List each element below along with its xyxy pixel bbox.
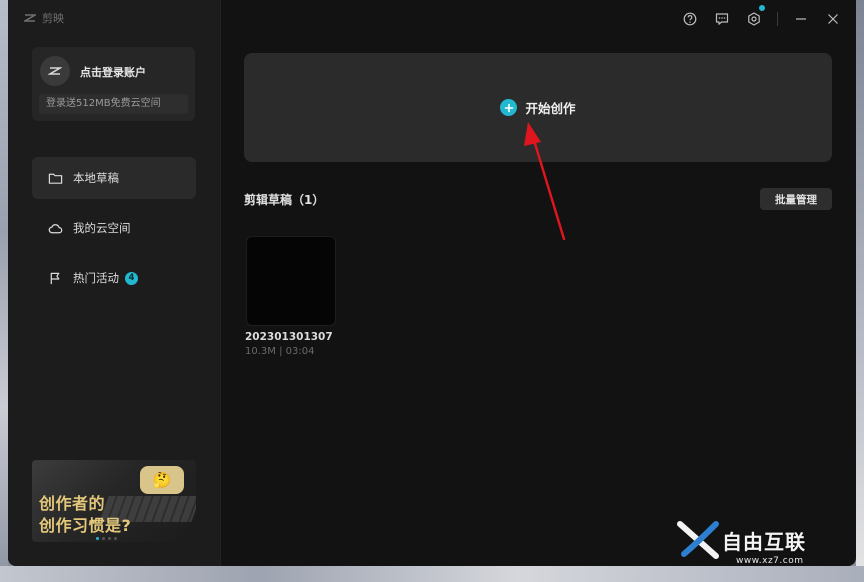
- app-window: 剪映 点击登录账户 登录送512MB免费云空间 本地草稿 我的云空间 热门活动 …: [8, 0, 856, 566]
- sidebar-item-local-drafts[interactable]: 本地草稿: [32, 157, 196, 199]
- batch-manage-button[interactable]: 批量管理: [760, 188, 832, 210]
- notification-badge: 4: [125, 271, 138, 285]
- sidebar-item-label: 热门活动: [73, 271, 119, 285]
- sidebar-item-label: 我的云空间: [73, 221, 131, 235]
- start-creating-button[interactable]: 开始创作: [244, 53, 832, 162]
- desktop-background-right: [856, 0, 864, 582]
- app-logo: 剪映: [24, 10, 64, 26]
- capcut-logo-icon: [24, 14, 36, 22]
- draft-name[interactable]: 202301301307: [245, 331, 333, 343]
- watermark-url: www.xz7.com: [736, 556, 804, 566]
- app-logo-text: 剪映: [42, 12, 64, 25]
- pagination-dot[interactable]: [102, 537, 105, 540]
- account-card[interactable]: 点击登录账户 登录送512MB免费云空间: [32, 47, 195, 121]
- banner-pagination[interactable]: [96, 537, 117, 540]
- cloud-icon: [47, 220, 63, 236]
- pagination-dot[interactable]: [114, 537, 117, 540]
- folder-icon: [47, 170, 63, 186]
- login-link[interactable]: 点击登录账户: [80, 64, 146, 80]
- start-creating-label: 开始创作: [525, 101, 576, 116]
- sidebar-item-label: 本地草稿: [73, 171, 119, 185]
- desktop-background-left: [0, 0, 8, 582]
- draft-meta: 10.3M | 03:04: [245, 346, 315, 357]
- banner-line-2: 创作习惯是?: [39, 516, 132, 535]
- draft-thumbnail[interactable]: [246, 236, 336, 326]
- avatar[interactable]: [40, 56, 70, 86]
- thinking-emoji-icon: 🤔: [140, 466, 184, 494]
- watermark-text: 自由互联: [722, 529, 806, 554]
- banner-line-1: 创作者的: [39, 494, 106, 513]
- plus-icon: [500, 99, 518, 116]
- promo-banner[interactable]: 🤔 创作者的 创作习惯是?: [32, 460, 196, 542]
- watermark-x-logo-icon: [677, 521, 719, 559]
- main-content: 开始创作 剪辑草稿（1） 批量管理 202301301307 10.3M | 0…: [221, 0, 856, 566]
- desktop-background-bottom: [0, 566, 864, 582]
- flag-icon: [47, 270, 63, 286]
- sidebar-item-cloud-space[interactable]: 我的云空间: [32, 207, 196, 249]
- watermark: 自由互联 www.xz7.com: [676, 520, 806, 566]
- sidebar-item-hot-events[interactable]: 热门活动 4: [32, 257, 196, 299]
- capcut-avatar-icon: [48, 67, 62, 75]
- cloud-storage-promo[interactable]: 登录送512MB免费云空间: [39, 94, 188, 114]
- pagination-dot[interactable]: [108, 537, 111, 540]
- pagination-dot[interactable]: [96, 537, 99, 540]
- drafts-section-title: 剪辑草稿（1）: [244, 193, 325, 207]
- sidebar: 剪映 点击登录账户 登录送512MB免费云空间 本地草稿 我的云空间 热门活动 …: [8, 0, 221, 566]
